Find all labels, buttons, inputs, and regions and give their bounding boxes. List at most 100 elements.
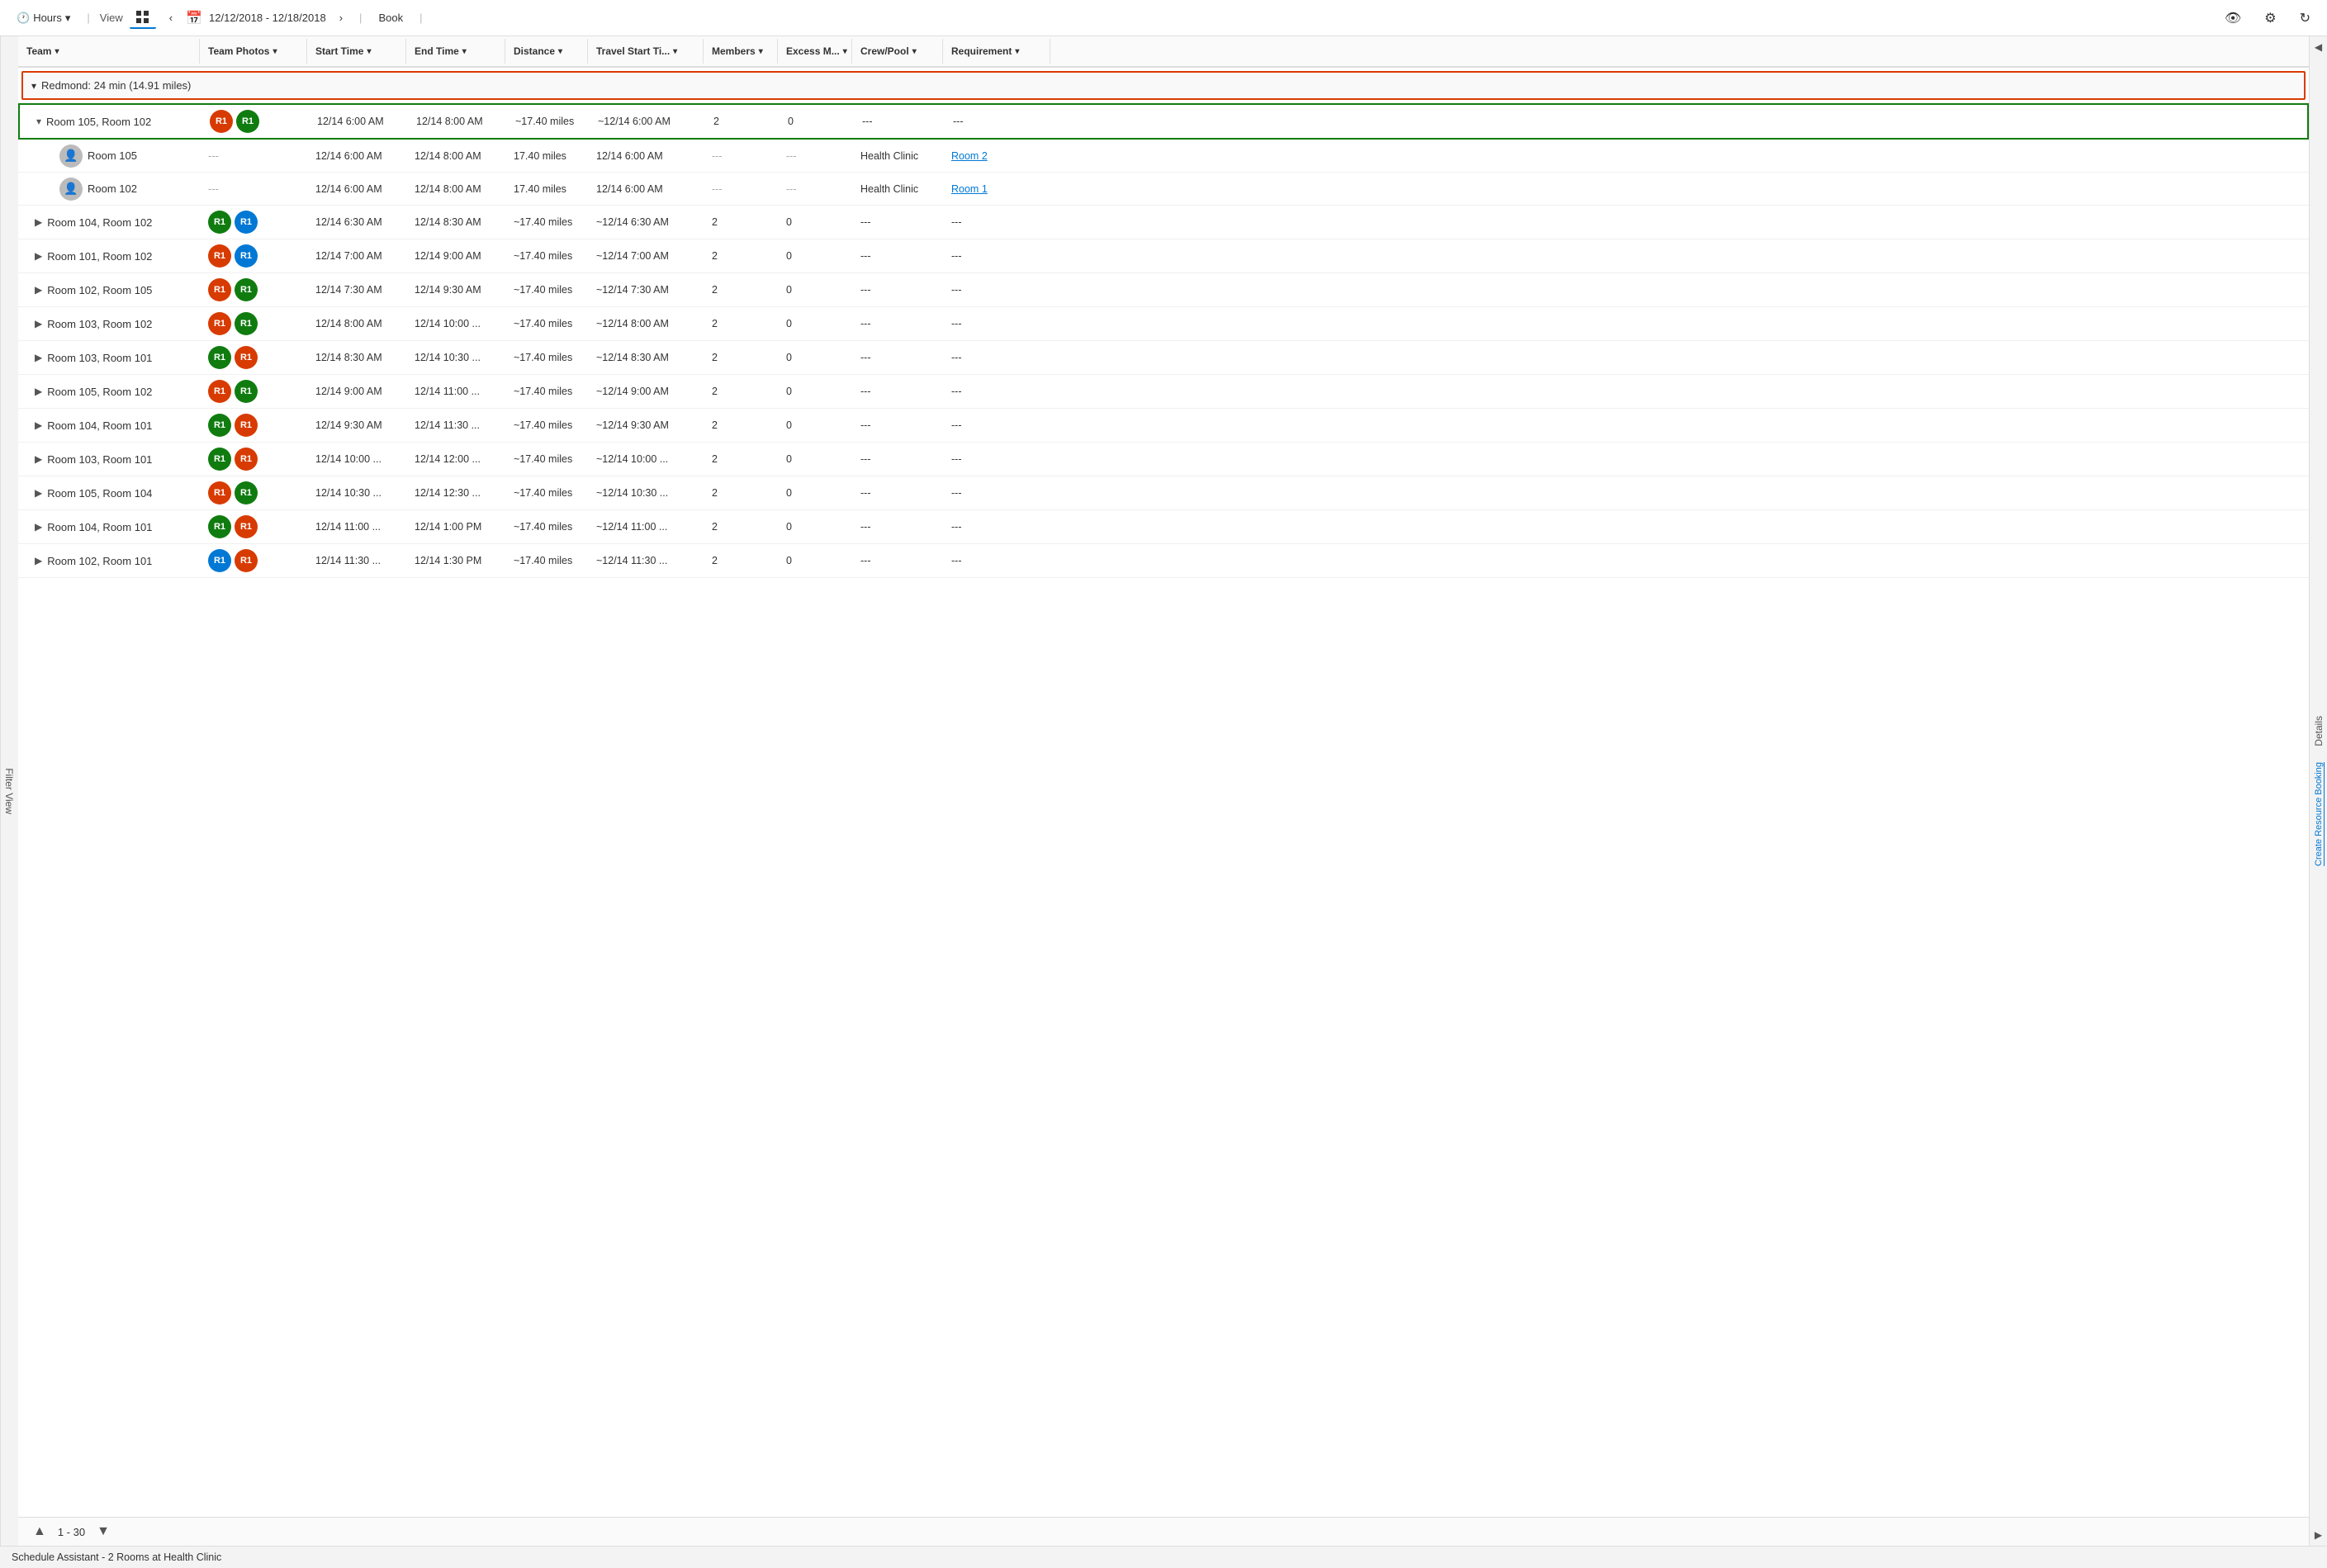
- right-panel: ◀ Details Create Resource Booking ▶: [2309, 36, 2327, 1546]
- table-row[interactable]: 👤 Room 105 --- 12/14 6:00 AM 12/14 8:00 …: [18, 140, 2309, 173]
- cell-team-label: Room 103, Room 101: [47, 453, 152, 466]
- settings-button[interactable]: ⚙: [2258, 7, 2282, 30]
- table-row[interactable]: ▶ Room 103, Room 102 R1 R1 12/14 8:00 AM…: [18, 307, 2309, 341]
- col-header-members[interactable]: Members ▾: [704, 39, 778, 64]
- person-icon: 👤: [59, 178, 83, 201]
- cell-distance: 17.40 miles: [505, 145, 588, 167]
- req-link[interactable]: Room 1: [951, 183, 988, 195]
- row-expand-icon[interactable]: ▶: [35, 284, 42, 296]
- avatar: R1: [235, 278, 258, 301]
- row-expand-icon[interactable]: ▶: [35, 250, 42, 262]
- cell-members: 2: [704, 516, 778, 538]
- cell-team: ▶ Room 104, Room 101: [18, 419, 200, 432]
- visibility-button[interactable]: 👁: [2218, 7, 2248, 30]
- cell-start: 12/14 11:30 ...: [307, 550, 406, 571]
- col-header-travel[interactable]: Travel Start Ti... ▾: [588, 39, 704, 64]
- row-expand-icon[interactable]: ▶: [35, 453, 42, 465]
- cell-members: 2: [704, 381, 778, 402]
- col-header-start[interactable]: Start Time ▾: [307, 39, 406, 64]
- cell-start: 12/14 7:30 AM: [307, 279, 406, 301]
- row-expand-icon[interactable]: ▶: [35, 487, 42, 499]
- group-label: Redmond: 24 min (14.91 miles): [41, 79, 191, 92]
- table-row[interactable]: 👤 Room 102 --- 12/14 6:00 AM 12/14 8:00 …: [18, 173, 2309, 206]
- avatar: R1: [208, 481, 231, 505]
- row-expand-icon[interactable]: ▶: [35, 318, 42, 329]
- table-row[interactable]: ▾ Room 105, Room 102 R1 R1 12/14 6:00 AM…: [18, 103, 2309, 140]
- cell-crew: ---: [852, 448, 943, 470]
- cell-team: ▶ Room 104, Room 102: [18, 216, 200, 229]
- book-button[interactable]: Book: [372, 8, 410, 27]
- table-row[interactable]: ▶ Room 104, Room 102 R1 R1 12/14 6:30 AM…: [18, 206, 2309, 239]
- cell-photos: R1 R1: [200, 273, 307, 306]
- group-row-redmond[interactable]: ▾ Redmond: 24 min (14.91 miles): [21, 71, 2306, 100]
- cell-members: 2: [704, 550, 778, 571]
- cell-travel: 12/14 6:00 AM: [588, 178, 704, 200]
- pagination-down-button[interactable]: ▼: [92, 1523, 115, 1541]
- prev-button[interactable]: ‹: [163, 8, 179, 27]
- content-area: Team ▾ Team Photos ▾ Start Time ▾ End Ti…: [18, 36, 2309, 1546]
- table-row[interactable]: ▶ Room 103, Room 101 R1 R1 12/14 10:00 .…: [18, 443, 2309, 476]
- grid-view-button[interactable]: [130, 7, 156, 29]
- hours-dropdown-icon: ▾: [65, 12, 71, 25]
- row-expand-icon[interactable]: ▶: [35, 419, 42, 431]
- cell-photos: R1 R1: [200, 206, 307, 239]
- cell-distance: ~17.40 miles: [505, 516, 588, 538]
- col-header-crew[interactable]: Crew/Pool ▾: [852, 39, 943, 64]
- cell-excess: 0: [780, 111, 854, 132]
- avatar: R1: [235, 448, 258, 471]
- cell-members: 2: [704, 211, 778, 233]
- right-panel-collapse-btn[interactable]: ◀: [2310, 36, 2327, 58]
- group-row-inner: ▾ Redmond: 24 min (14.91 miles): [31, 79, 191, 92]
- col-header-excess[interactable]: Excess M... ▾: [778, 39, 852, 64]
- cell-members: ---: [704, 178, 778, 200]
- table-row[interactable]: ▶ Room 101, Room 102 R1 R1 12/14 7:00 AM…: [18, 239, 2309, 273]
- cell-team-label: Room 102: [88, 182, 137, 195]
- row-expand-icon[interactable]: ▶: [35, 352, 42, 363]
- avatar: R1: [235, 549, 258, 572]
- hours-button[interactable]: 🕐 Hours ▾: [10, 8, 77, 28]
- col-header-photos[interactable]: Team Photos ▾: [200, 39, 307, 64]
- cell-team-label: Room 105, Room 104: [47, 487, 152, 500]
- cell-crew: ---: [852, 279, 943, 301]
- right-panel-expand-btn[interactable]: ▶: [2310, 1524, 2327, 1546]
- row-expand-icon[interactable]: ▶: [35, 216, 42, 228]
- cell-crew: Health Clinic: [852, 145, 943, 167]
- refresh-button[interactable]: ↻: [2293, 7, 2317, 30]
- avatar: R1: [235, 346, 258, 369]
- col-photos-label: Team Photos: [208, 45, 269, 57]
- table-row[interactable]: ▶ Room 104, Room 101 R1 R1 12/14 11:00 .…: [18, 510, 2309, 544]
- next-button[interactable]: ›: [333, 8, 349, 27]
- col-crew-label: Crew/Pool: [860, 45, 909, 57]
- table-row[interactable]: ▶ Room 102, Room 105 R1 R1 12/14 7:30 AM…: [18, 273, 2309, 307]
- row-expand-icon[interactable]: ▶: [35, 521, 42, 533]
- pagination-up-button[interactable]: ▲: [28, 1523, 51, 1541]
- table-row[interactable]: ▶ Room 105, Room 102 R1 R1 12/14 9:00 AM…: [18, 375, 2309, 409]
- cell-req[interactable]: Room 2: [943, 145, 1050, 167]
- col-photos-sort-icon: ▾: [273, 47, 277, 56]
- col-header-distance[interactable]: Distance ▾: [505, 39, 588, 64]
- cell-travel: ~12/14 7:00 AM: [588, 245, 704, 267]
- req-link[interactable]: Room 2: [951, 150, 988, 162]
- table-header: Team ▾ Team Photos ▾ Start Time ▾ End Ti…: [18, 36, 2309, 68]
- table-row[interactable]: ▶ Room 103, Room 101 R1 R1 12/14 8:30 AM…: [18, 341, 2309, 375]
- row-expand-icon[interactable]: ▶: [35, 386, 42, 397]
- table-row[interactable]: ▶ Room 102, Room 101 R1 R1 12/14 11:30 .…: [18, 544, 2309, 578]
- cell-start: 12/14 9:00 AM: [307, 381, 406, 402]
- col-travel-sort-icon: ▾: [673, 47, 677, 56]
- table-row[interactable]: ▶ Room 105, Room 104 R1 R1 12/14 10:30 .…: [18, 476, 2309, 510]
- col-header-req[interactable]: Requirement ▾: [943, 39, 1050, 64]
- main-layout: Filter View Team ▾ Team Photos ▾ Start T…: [0, 36, 2327, 1546]
- right-panel-create-label[interactable]: Create Resource Booking: [2314, 762, 2324, 866]
- cell-distance: ~17.40 miles: [505, 550, 588, 571]
- row-expand-icon[interactable]: ▾: [36, 116, 41, 127]
- avatar: R1: [208, 278, 231, 301]
- cell-req: ---: [943, 415, 1050, 436]
- filter-view-panel[interactable]: Filter View: [0, 36, 18, 1546]
- col-header-end[interactable]: End Time ▾: [406, 39, 505, 64]
- cell-distance: ~17.40 miles: [505, 211, 588, 233]
- col-header-team[interactable]: Team ▾: [18, 39, 200, 64]
- table-row[interactable]: ▶ Room 104, Room 101 R1 R1 12/14 9:30 AM…: [18, 409, 2309, 443]
- cell-distance: ~17.40 miles: [505, 482, 588, 504]
- row-expand-icon[interactable]: ▶: [35, 555, 42, 566]
- cell-req[interactable]: Room 1: [943, 178, 1050, 200]
